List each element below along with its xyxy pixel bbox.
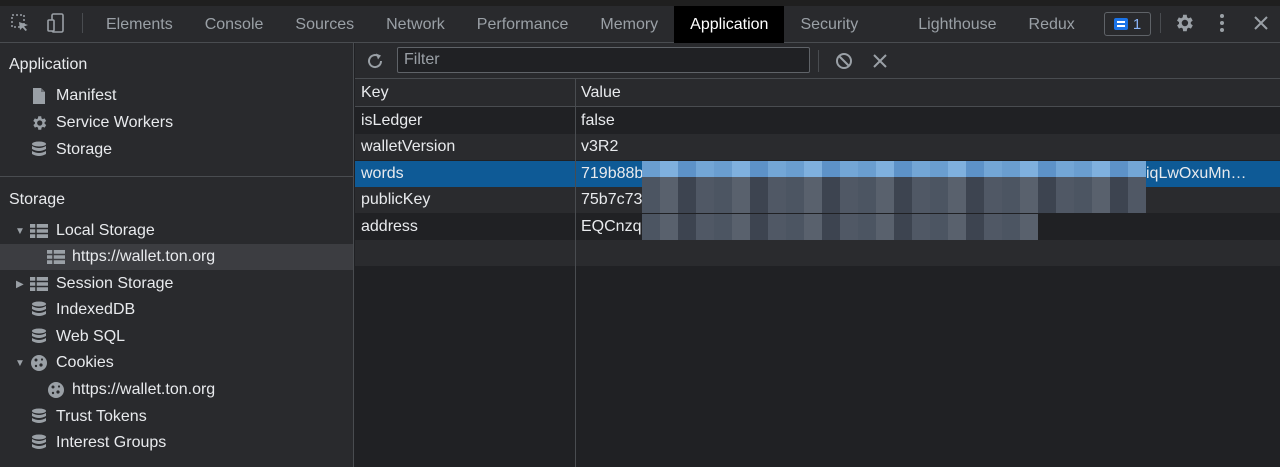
sidebar-item-label: Storage	[56, 141, 113, 158]
document-icon	[30, 87, 48, 105]
database-icon	[30, 141, 48, 159]
tab-console[interactable]: Console	[189, 6, 280, 43]
toolbar-divider	[1160, 13, 1161, 33]
sidebar-item-label: https://wallet.ton.org	[72, 381, 216, 398]
inspect-element-icon[interactable]	[9, 12, 31, 34]
sidebar-item-label: Cookies	[56, 354, 114, 371]
row-value: 75b7c73	[581, 191, 643, 208]
more-options-icon[interactable]	[1211, 12, 1233, 34]
settings-gear-icon[interactable]	[1173, 12, 1195, 34]
cookie-icon	[47, 381, 65, 399]
sidebar-item-service-workers[interactable]: Service Workers	[0, 110, 353, 136]
storage-filter-bar	[355, 43, 1280, 79]
database-icon	[30, 328, 48, 346]
tab-application[interactable]: Application	[674, 6, 785, 43]
sidebar-item-trust-tokens[interactable]: Trust Tokens	[0, 404, 353, 430]
filter-input[interactable]	[397, 47, 810, 73]
device-toggle-icon[interactable]	[45, 12, 67, 34]
column-header-key[interactable]: Key	[361, 84, 389, 102]
refresh-icon[interactable]	[364, 50, 386, 72]
panel-tabs: Elements Console Sources Network Perform…	[90, 6, 1091, 43]
sidebar-item-label: Interest Groups	[56, 434, 167, 451]
expanded-triangle-icon[interactable]: ▼	[15, 358, 25, 369]
tab-sources[interactable]: Sources	[279, 6, 370, 43]
sidebar-item-label: Service Workers	[56, 114, 174, 131]
sidebar-item-cookies[interactable]: ▼ Cookies	[0, 350, 353, 376]
database-icon	[30, 408, 48, 426]
issues-button[interactable]: 1	[1104, 12, 1151, 36]
application-sidebar: Application Manifest Service Workers Sto…	[0, 43, 354, 467]
table-grid-icon	[30, 275, 48, 293]
filter-divider	[818, 50, 819, 72]
issues-icon	[1113, 18, 1128, 30]
row-key: walletVersion	[361, 138, 456, 155]
table-grid-icon	[30, 222, 48, 240]
sidebar-item-cookies-origin[interactable]: https://wallet.ton.org	[0, 377, 353, 403]
grid-header: Key Value	[355, 79, 1280, 107]
sidebar-item-label: Web SQL	[56, 328, 126, 345]
tab-elements[interactable]: Elements	[90, 6, 189, 43]
storage-data-grid: Key Value isLedger false walletVersion v…	[355, 79, 1280, 467]
sidebar-item-local-storage-origin[interactable]: https://wallet.ton.org	[0, 244, 353, 270]
sidebar-item-storage-overview[interactable]: Storage	[0, 137, 353, 163]
sidebar-item-label: Local Storage	[56, 222, 155, 239]
row-value: v3R2	[581, 138, 619, 155]
table-grid-icon	[47, 248, 65, 266]
row-value: 719b88b	[581, 165, 644, 182]
redacted-blur	[642, 177, 1146, 213]
cookie-icon	[30, 354, 48, 372]
table-row[interactable]: walletVersion v3R2	[355, 134, 1280, 160]
delete-selected-icon[interactable]	[869, 50, 891, 72]
table-row-empty	[355, 240, 1280, 266]
sidebar-item-label: IndexedDB	[56, 301, 136, 318]
column-divider[interactable]	[575, 79, 576, 467]
sidebar-item-label: Manifest	[56, 87, 117, 104]
tab-security[interactable]: Security	[784, 6, 902, 43]
tab-memory[interactable]: Memory	[584, 6, 674, 43]
close-icon[interactable]	[1250, 12, 1272, 34]
expanded-triangle-icon[interactable]: ▼	[15, 226, 25, 237]
table-row[interactable]: isLedger false	[355, 108, 1280, 134]
tab-redux[interactable]: Redux	[1013, 6, 1091, 43]
column-header-value[interactable]: Value	[581, 84, 621, 102]
row-key: address	[361, 218, 418, 235]
database-icon	[30, 434, 48, 452]
sidebar-item-manifest[interactable]: Manifest	[0, 83, 353, 109]
sidebar-divider	[0, 176, 353, 177]
sidebar-item-session-storage[interactable]: ▶ Session Storage	[0, 271, 353, 297]
issues-count: 1	[1132, 15, 1142, 33]
sidebar-item-interest-groups[interactable]: Interest Groups	[0, 430, 353, 456]
row-value-tail: iqLwOxuMn…	[1146, 165, 1247, 182]
row-value: EQCnzqc	[581, 218, 650, 235]
row-value: false	[581, 112, 615, 129]
devtools-toolbar: Elements Console Sources Network Perform…	[0, 0, 1280, 43]
sidebar-item-indexeddb[interactable]: IndexedDB	[0, 297, 353, 323]
application-section-title: Application	[9, 56, 88, 73]
sidebar-item-local-storage[interactable]: ▼ Local Storage	[0, 218, 353, 244]
sidebar-item-label: https://wallet.ton.org	[72, 248, 216, 265]
redacted-blur	[642, 214, 1038, 240]
tab-lighthouse[interactable]: Lighthouse	[902, 6, 1012, 43]
collapsed-triangle-icon[interactable]: ▶	[16, 279, 26, 290]
table-row[interactable]: address EQCnzqc	[355, 214, 1280, 240]
clear-all-icon[interactable]	[833, 50, 855, 72]
database-icon	[30, 301, 48, 319]
tab-performance[interactable]: Performance	[461, 6, 585, 43]
storage-section-title: Storage	[9, 191, 66, 208]
row-key: words	[361, 165, 404, 182]
gear-icon	[30, 114, 48, 132]
toolbar-divider	[82, 13, 83, 33]
sidebar-item-label: Trust Tokens	[56, 408, 147, 425]
row-key: publicKey	[361, 191, 431, 208]
table-row[interactable]: publicKey 75b7c73	[355, 177, 1280, 213]
sidebar-item-label: Session Storage	[56, 275, 174, 292]
row-key: isLedger	[361, 112, 423, 129]
tab-network[interactable]: Network	[370, 6, 461, 43]
sidebar-item-web-sql[interactable]: Web SQL	[0, 324, 353, 350]
